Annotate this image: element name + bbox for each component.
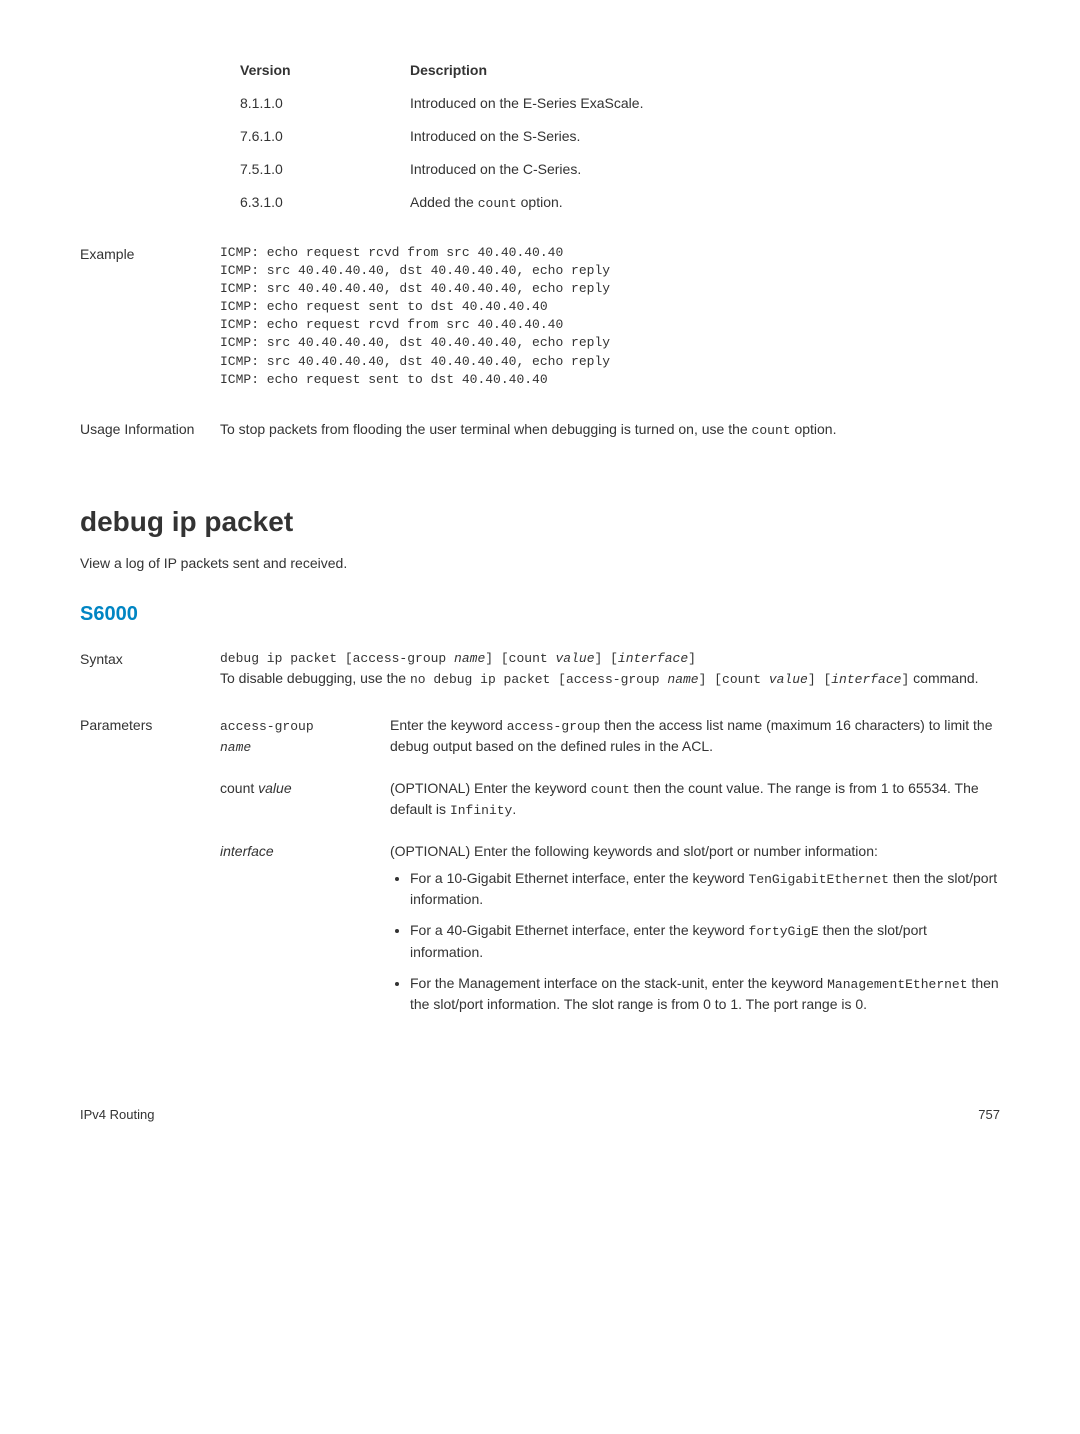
syntax-section: Syntax debug ip packet [access-group nam… [80, 649, 1000, 690]
command-title: debug ip packet [80, 501, 1000, 543]
page-footer: IPv4 Routing 757 [80, 1105, 1000, 1125]
param-bullet-list: For a 10-Gigabit Ethernet interface, ent… [390, 868, 1000, 1016]
parameters-section: Parameters access-groupname Enter the ke… [80, 715, 1000, 1046]
syntax-label: Syntax [80, 649, 220, 690]
param-name: interface [220, 841, 390, 1026]
description-header: Description [410, 60, 1000, 81]
version-cell: 7.5.1.0 [240, 159, 410, 180]
example-code: ICMP: echo request rcvd from src 40.40.4… [220, 244, 610, 390]
param-description: (OPTIONAL) Enter the following keywords … [390, 841, 1000, 1026]
description-cell: Introduced on the E-Series ExaScale. [410, 93, 1000, 114]
description-cell: Introduced on the S-Series. [410, 126, 1000, 147]
command-subtitle: View a log of IP packets sent and receiv… [80, 553, 1000, 574]
version-history-table: Version Description 8.1.1.0 Introduced o… [240, 60, 1000, 214]
param-name: count value [220, 778, 390, 821]
example-label: Example [80, 244, 220, 390]
version-cell: 7.6.1.0 [240, 126, 410, 147]
param-description: (OPTIONAL) Enter the keyword count then … [390, 778, 1000, 821]
example-section: Example ICMP: echo request rcvd from src… [80, 244, 1000, 390]
parameters-label: Parameters [80, 715, 220, 1046]
usage-label: Usage Information [80, 419, 220, 441]
footer-page-number: 757 [978, 1105, 1000, 1125]
list-item: For a 40-Gigabit Ethernet interface, ent… [410, 920, 1000, 963]
description-cell: Added the count option. [410, 192, 1000, 214]
parameters-content: access-groupname Enter the keyword acces… [220, 715, 1000, 1046]
syntax-content: debug ip packet [access-group name] [cou… [220, 649, 1000, 690]
list-item: For a 10-Gigabit Ethernet interface, ent… [410, 868, 1000, 911]
description-cell: Introduced on the C-Series. [410, 159, 1000, 180]
version-cell: 6.3.1.0 [240, 192, 410, 214]
usage-text: To stop packets from flooding the user t… [220, 419, 1000, 441]
param-name: access-groupname [220, 715, 390, 758]
version-cell: 8.1.1.0 [240, 93, 410, 114]
list-item: For the Management interface on the stac… [410, 973, 1000, 1016]
usage-information-section: Usage Information To stop packets from f… [80, 419, 1000, 441]
param-description: Enter the keyword access-group then the … [390, 715, 1000, 758]
footer-chapter: IPv4 Routing [80, 1105, 154, 1125]
version-header: Version [240, 60, 410, 81]
platform-heading: S6000 [80, 599, 1000, 629]
